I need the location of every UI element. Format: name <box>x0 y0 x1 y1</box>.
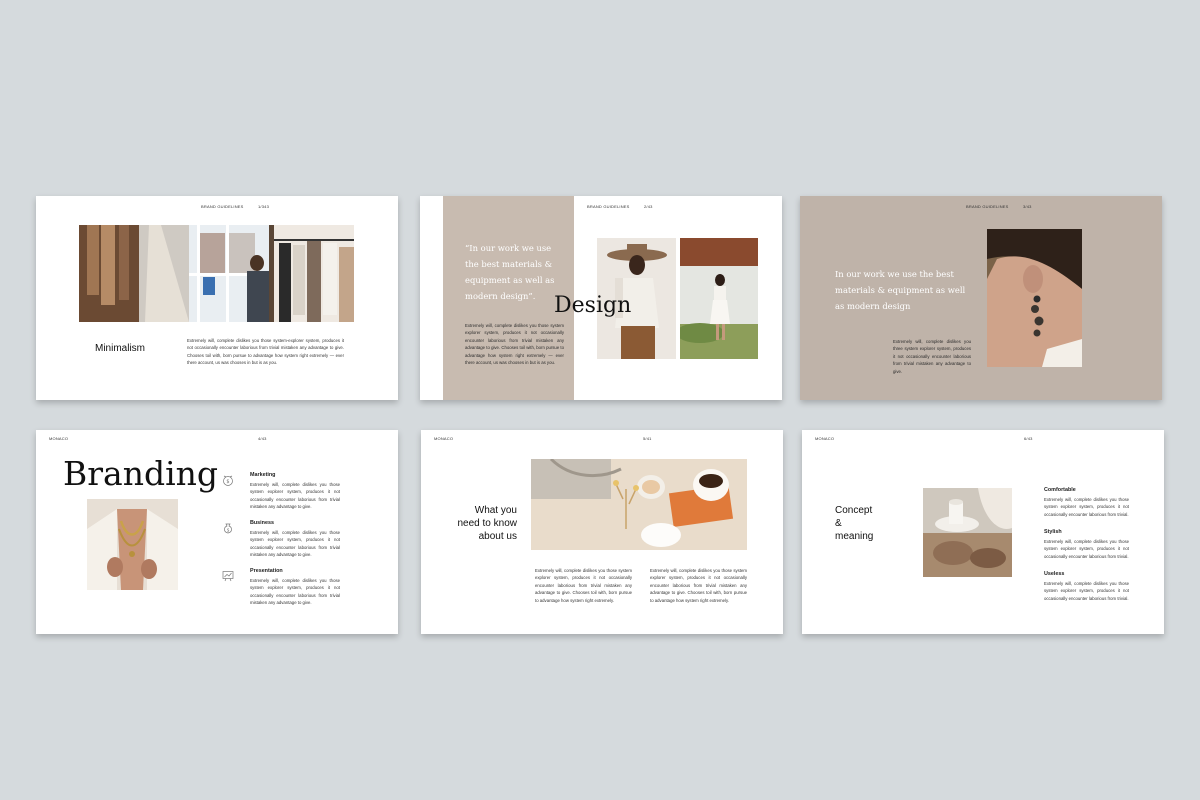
svg-text:$: $ <box>227 528 230 534</box>
slide-title: Design <box>554 293 632 318</box>
title-line: need to know <box>457 518 518 529</box>
chart-board-icon <box>222 569 234 582</box>
item-heading-stylish: Stylish <box>1044 529 1062 535</box>
item-heading-useless: Useless <box>1044 571 1065 577</box>
slide-title: Concept & meaning <box>835 504 873 543</box>
item-heading-presentation: Presentation <box>250 568 283 574</box>
candle-ceramic-photo <box>923 488 1012 577</box>
item-heading-business: Business <box>250 520 274 526</box>
slide-concept[interactable]: MONACO 6/43 Concept & meaning Comfortabl… <box>802 430 1164 634</box>
page-number: 5/41 <box>643 436 652 441</box>
slide-header: MONACO <box>815 436 835 441</box>
slide-design[interactable]: BRAND GUIDELINES 2/43 “In our work we us… <box>420 196 782 400</box>
title-line: about us <box>478 531 517 542</box>
slide-minimalism[interactable]: BRAND GUIDELINES 1/343 Minimalism Extrem… <box>36 196 398 400</box>
slide-branding[interactable]: MONACO 4/43 Branding $ Marketing Extreme… <box>36 430 398 634</box>
item-text-presentation: Extremely will, complete dislikes you th… <box>250 578 340 606</box>
column-1-text: Extremely will, complete dislikes you th… <box>535 568 632 603</box>
body-text: Extremely will, complete dislikes you th… <box>893 339 971 374</box>
coffee-table-photo <box>531 459 747 550</box>
jewelry-photo <box>87 499 178 590</box>
page-number: 1/343 <box>258 204 270 209</box>
body-text: Extremely will, complete dislikes you th… <box>187 338 344 366</box>
slide-about-us[interactable]: MONACO 5/41 What you need to know about … <box>421 430 783 634</box>
slide-header: MONACO <box>434 436 454 441</box>
title-line: meaning <box>835 531 874 542</box>
clothing-store-photo <box>79 225 354 322</box>
page-number: 6/43 <box>1024 436 1033 441</box>
slide-title: What you need to know about us <box>443 504 518 543</box>
column-2-text: Extremely will, complete dislikes you th… <box>650 568 747 603</box>
title-line: What you <box>474 505 517 516</box>
item-text-comfortable: Extremely will, complete dislikes you th… <box>1044 497 1129 517</box>
page-number: 4/43 <box>258 436 267 441</box>
slide-header: MONACO <box>49 436 69 441</box>
item-text-useless: Extremely will, complete dislikes you th… <box>1044 581 1129 601</box>
page-number: 3/43 <box>1023 204 1032 209</box>
earring-portrait-photo <box>987 229 1082 367</box>
item-text-marketing: Extremely will, complete dislikes you th… <box>250 482 340 510</box>
slide-header: BRAND GUIDELINES <box>966 204 1009 209</box>
page-number: 2/43 <box>644 204 653 209</box>
clock-dollar-icon: $ <box>222 473 234 486</box>
slide-header: BRAND GUIDELINES <box>587 204 630 209</box>
svg-text:$: $ <box>226 479 229 485</box>
title-line: Concept <box>835 505 873 516</box>
item-heading-marketing: Marketing <box>250 472 276 478</box>
street-walk-photo <box>680 238 758 359</box>
slide-header: BRAND GUIDELINES <box>201 204 244 209</box>
item-text-stylish: Extremely will, complete dislikes you th… <box>1044 539 1129 559</box>
quote-text: In our work we use the best materials & … <box>835 269 966 311</box>
item-text-business: Extremely will, complete dislikes you th… <box>250 530 340 558</box>
quote-text: “In our work we use the best materials &… <box>465 243 555 301</box>
item-heading-comfortable: Comfortable <box>1044 487 1076 493</box>
body-text: Extremely will, complete dislikes you th… <box>465 323 564 366</box>
slide-quote[interactable]: BRAND GUIDELINES 3/43 In our work we use… <box>800 196 1162 400</box>
title-line: & <box>835 518 842 529</box>
slide-title: Minimalism <box>95 343 145 354</box>
slide-title: Branding <box>63 454 219 493</box>
money-bag-icon: $ <box>222 521 234 534</box>
